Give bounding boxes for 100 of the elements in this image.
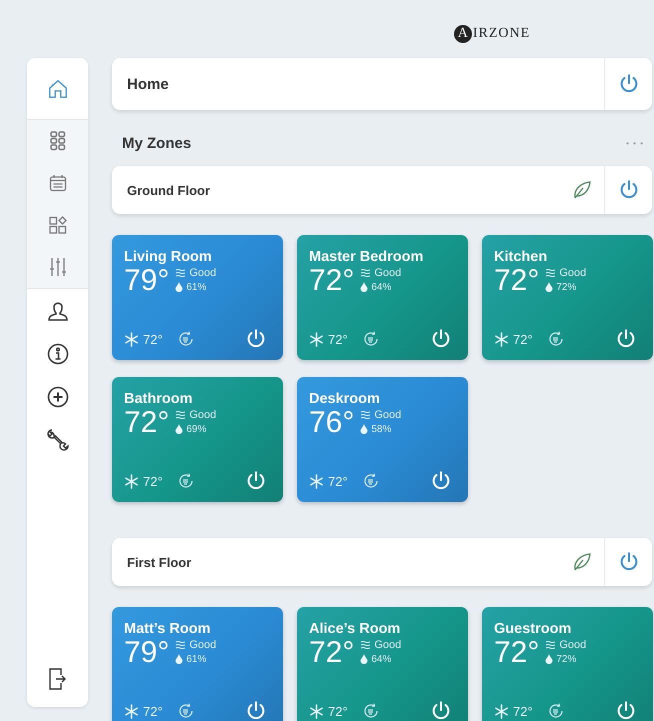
zone-card[interactable]: Bathroom 72° Good 69% 72° <box>112 377 283 502</box>
zone-name: Matt’s Room <box>124 621 212 637</box>
zone-name: Bathroom <box>124 391 194 407</box>
air-quality: Good <box>374 639 402 651</box>
setpoint: 72° <box>143 474 163 488</box>
grid-icon <box>50 131 66 151</box>
setpoint: 72° <box>328 704 348 718</box>
floor-title: Ground Floor <box>126 182 212 198</box>
power-icon <box>430 470 452 492</box>
logo-mark: A <box>454 25 472 43</box>
fan-mode-icon <box>176 702 195 720</box>
humidity-icon <box>175 282 184 292</box>
setpoint: 72° <box>328 474 348 488</box>
zone-temperature: 72° <box>494 637 540 669</box>
fan-mode-icon <box>546 702 565 720</box>
humidity-icon <box>545 654 554 664</box>
zone-card[interactable]: Living Room 79° Good 61% 72° <box>112 235 283 360</box>
air-quality-icon <box>545 268 556 278</box>
exit-icon <box>48 667 68 691</box>
zone-card[interactable]: Alice’s Room 72° Good 64% 72° <box>297 607 468 721</box>
zone-card[interactable]: Master Bedroom 72° Good 64% 72° <box>297 235 468 360</box>
air-quality-icon <box>175 640 186 650</box>
zone-temperature: 72° <box>494 265 540 297</box>
power-icon <box>615 328 637 350</box>
zone-temperature: 72° <box>124 407 170 439</box>
air-quality-icon <box>545 640 556 650</box>
zone-card[interactable]: Deskroom 76° Good 58% 72° <box>297 377 468 502</box>
section-title: My Zones <box>121 134 192 152</box>
zone-name: Living Room <box>124 249 213 265</box>
power-button[interactable] <box>430 328 452 350</box>
humidity: 61% <box>186 282 206 292</box>
snowflake-icon <box>494 332 509 346</box>
snowflake-icon <box>494 704 509 718</box>
user-icon <box>46 300 68 322</box>
setpoint: 72° <box>513 704 533 718</box>
floor-title: First Floor <box>126 554 192 570</box>
air-quality-icon <box>175 410 186 420</box>
power-icon <box>430 700 452 721</box>
zone-name: Kitchen <box>494 249 548 265</box>
logo-text: IRZONE <box>472 26 530 42</box>
snowflake-icon <box>309 704 324 718</box>
power-icon <box>618 551 640 573</box>
fan-mode-icon <box>362 702 380 720</box>
zone-name: Guestroom <box>494 621 572 637</box>
power-button[interactable] <box>430 470 452 492</box>
power-icon <box>618 179 640 201</box>
humidity: 69% <box>186 424 206 434</box>
snowflake-icon <box>309 332 324 346</box>
air-quality: Good <box>189 267 216 279</box>
air-quality: Good <box>559 639 586 651</box>
humidity-icon <box>545 282 554 292</box>
zone-card[interactable]: Guestroom 72° Good 72% 72° <box>482 607 653 721</box>
air-quality: Good <box>559 267 586 279</box>
power-button[interactable] <box>615 700 637 721</box>
zone-name: Deskroom <box>309 391 381 407</box>
add-icon <box>46 386 68 408</box>
setpoint: 72° <box>143 332 163 346</box>
more-button[interactable]: • • • <box>618 134 652 152</box>
leaf-icon <box>572 180 592 200</box>
air-quality: Good <box>374 267 402 279</box>
setpoint: 72° <box>143 704 163 718</box>
fan-mode-icon <box>546 330 565 348</box>
fan-mode-icon <box>362 330 380 348</box>
humidity: 72% <box>556 654 576 664</box>
power-button[interactable] <box>245 700 267 721</box>
power-button[interactable] <box>245 328 267 350</box>
zone-temperature: 76° <box>309 407 354 439</box>
humidity: 58% <box>371 424 392 434</box>
zone-card[interactable]: Kitchen 72° Good 72% 72° <box>482 235 653 360</box>
power-button[interactable] <box>430 700 452 721</box>
humidity: 72% <box>556 282 576 292</box>
zone-card[interactable]: Matt’s Room 79° Good 61% 72° <box>112 607 283 721</box>
calendar-icon <box>48 174 66 192</box>
snowflake-icon <box>124 704 139 718</box>
humidity: 64% <box>371 654 392 664</box>
power-icon <box>615 700 637 721</box>
power-button[interactable] <box>615 328 637 350</box>
wrench-icon <box>46 428 70 452</box>
snowflake-icon <box>124 474 139 488</box>
fan-mode-icon <box>362 472 380 490</box>
humidity: 64% <box>371 282 392 292</box>
power-button[interactable] <box>245 470 267 492</box>
humidity-icon <box>360 424 368 434</box>
power-icon <box>430 328 452 350</box>
zone-temperature: 79° <box>124 265 170 297</box>
zone-temperature: 79° <box>124 637 170 669</box>
zone-temperature: 72° <box>309 637 354 669</box>
shapes-icon <box>48 216 66 234</box>
humidity-icon <box>360 654 368 664</box>
fan-mode-icon <box>176 330 195 348</box>
air-quality: Good <box>374 409 402 421</box>
snowflake-icon <box>309 474 324 488</box>
air-quality-icon <box>360 410 372 420</box>
power-icon <box>245 328 267 350</box>
air-quality: Good <box>189 409 216 421</box>
fan-mode-icon <box>176 472 195 490</box>
humidity: 61% <box>186 654 206 664</box>
humidity-icon <box>175 424 184 434</box>
sliders-icon <box>48 257 66 277</box>
air-quality-icon <box>360 268 372 278</box>
